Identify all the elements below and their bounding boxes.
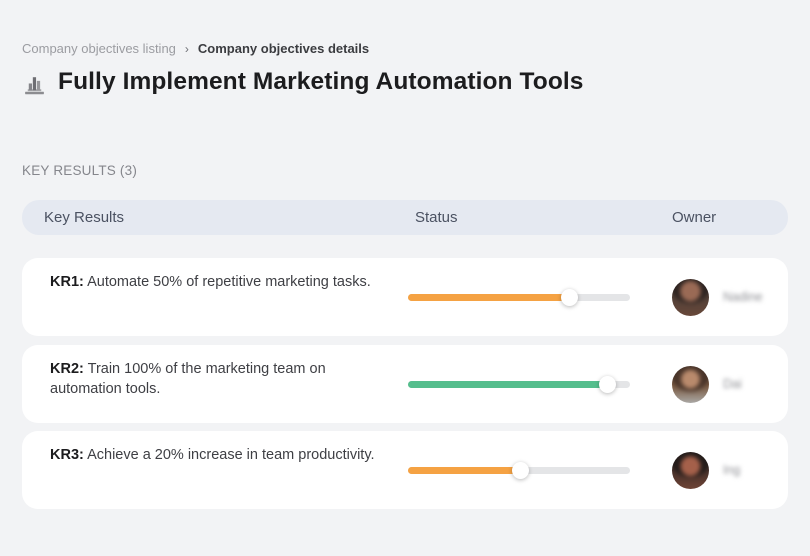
objective-details-page: Company objectives listing › Company obj… [0,0,810,556]
page-title-row: Fully Implement Marketing Automation Too… [22,67,584,97]
breadcrumb-link-objectives-listing[interactable]: Company objectives listing [22,41,176,56]
key-result-row-kr2[interactable]: KR2: Train 100% of the marketing team on… [22,345,788,423]
owner-avatar [672,278,709,316]
owner-name: Ing [723,463,741,477]
key-result-text: KR2: Train 100% of the marketing team on… [50,359,382,399]
progress-slider[interactable] [408,289,630,306]
column-header-key-results: Key Results [44,209,125,226]
key-result-row-kr3[interactable]: KR3: Achieve a 20% increase in team prod… [22,431,788,509]
key-result-description: Achieve a 20% increase in team productiv… [87,447,375,463]
key-result-description: Train 100% of the marketing team on auto… [50,361,326,397]
progress-fill [408,294,571,301]
owner-cell: Ing [672,431,740,509]
key-result-row-kr1[interactable]: KR1: Automate 50% of repetitive marketin… [22,258,788,336]
progress-slider[interactable] [408,462,630,479]
progress-fill [408,467,522,474]
column-header-status: Status [415,209,458,226]
key-result-label: KR1: [50,274,84,290]
owner-name: Dai [723,377,742,391]
key-result-text: KR3: Achieve a 20% increase in team prod… [50,445,382,465]
column-header-owner: Owner [672,209,717,226]
bar-chart-building-icon [22,72,47,97]
progress-slider-handle[interactable] [561,289,579,306]
key-results-table-header: Key Results Status Owner [22,200,788,235]
key-results-section-label: KEY RESULTS (3) [22,163,138,178]
progress-slider-handle[interactable] [598,376,616,393]
owner-cell: Nadine [672,258,763,336]
breadcrumb-current-objectives-details: Company objectives details [197,41,370,56]
owner-cell: Dai [672,345,742,423]
key-result-description: Automate 50% of repetitive marketing tas… [87,274,371,290]
owner-avatar [672,451,709,489]
key-result-label: KR2: [50,361,84,377]
chevron-right-icon: › [184,41,189,56]
progress-slider[interactable] [408,376,630,393]
owner-avatar [672,365,709,403]
progress-fill [408,381,608,388]
breadcrumb: Company objectives listing › Company obj… [22,41,369,56]
progress-slider-handle[interactable] [512,462,530,479]
owner-name: Nadine [723,290,763,304]
key-result-label: KR3: [50,447,84,463]
key-result-text: KR1: Automate 50% of repetitive marketin… [50,272,382,292]
page-title: Fully Implement Marketing Automation Too… [58,68,584,95]
